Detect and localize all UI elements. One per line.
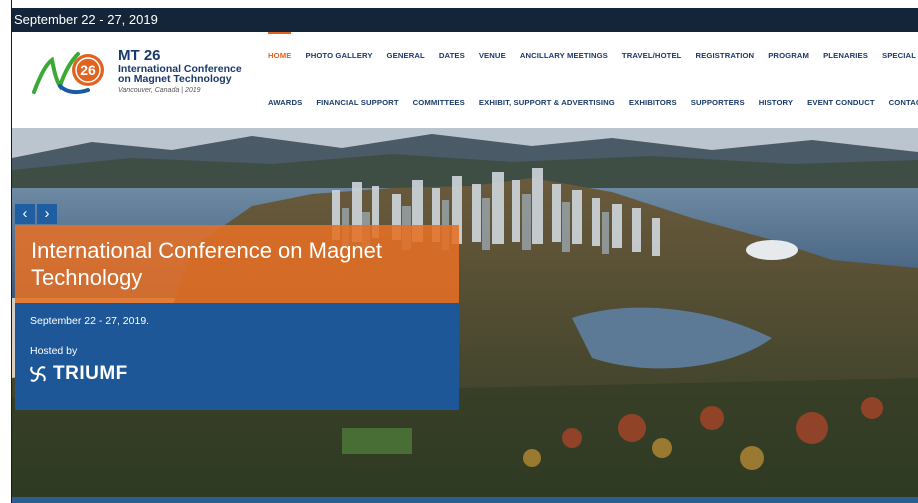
nav-committees[interactable]: COMMITTEES — [413, 98, 465, 107]
nav-special-session[interactable]: SPECIAL SESSION — [882, 51, 918, 60]
nav-registration[interactable]: REGISTRATION — [695, 51, 754, 60]
triumf-logo-text: TRIUMF — [53, 363, 128, 384]
nav-financial-support[interactable]: FINANCIAL SUPPORT — [316, 98, 398, 107]
page: September 22 - 27, 2019 26 MT 26 Interna… — [0, 0, 918, 503]
logo-badge-number: 26 — [80, 62, 96, 78]
nav-general[interactable]: GENERAL — [387, 51, 425, 60]
nav-exhibit-support-advertising[interactable]: EXHIBIT, SUPPORT & ADVERTISING — [479, 98, 615, 107]
nav-program[interactable]: PROGRAM — [768, 51, 809, 60]
main-nav-row1: HOME PHOTO GALLERY GENERAL DATES VENUE A… — [268, 32, 918, 60]
nav-photo-gallery[interactable]: PHOTO GALLERY — [305, 51, 372, 60]
left-edge-border — [0, 0, 12, 503]
hero-title-panel: International Conference on Magnet Techn… — [15, 225, 459, 303]
logo-subtitle-line2: on Magnet Technology — [118, 73, 232, 85]
hero-title: International Conference on Magnet Techn… — [31, 238, 383, 290]
nav-awards[interactable]: AWARDS — [268, 98, 302, 107]
hero-slider: ‹ › International Conference on Magnet T… — [12, 128, 918, 503]
slider-next-button[interactable]: › — [37, 204, 57, 224]
nav-supporters[interactable]: SUPPORTERS — [691, 98, 745, 107]
triumf-pinwheel-icon — [30, 366, 46, 382]
site-header: 26 MT 26 International Conference on Mag… — [12, 32, 918, 128]
top-date-text: September 22 - 27, 2019 — [14, 12, 158, 27]
chevron-left-icon: ‹ — [22, 205, 28, 222]
nav-event-conduct[interactable]: EVENT CONDUCT — [807, 98, 875, 107]
nav-ancillary-meetings[interactable]: ANCILLARY MEETINGS — [520, 51, 608, 60]
hero-info-panel: September 22 - 27, 2019. Hosted by TRIUM… — [15, 303, 459, 410]
logo-title: MT 26 — [118, 47, 161, 64]
hero-hosted-by: Hosted by — [30, 345, 78, 357]
hero-bottom-strip — [12, 497, 918, 503]
nav-venue[interactable]: VENUE — [479, 51, 506, 60]
main-nav-row2: AWARDS FINANCIAL SUPPORT COMMITTEES EXHI… — [268, 98, 918, 107]
top-date-bar: September 22 - 27, 2019 — [0, 8, 918, 32]
conference-logo[interactable]: 26 MT 26 International Conference on Mag… — [32, 46, 242, 106]
triumf-logo[interactable]: TRIUMF — [27, 363, 128, 385]
nav-exhibitors[interactable]: EXHIBITORS — [629, 98, 677, 107]
nav-history[interactable]: HISTORY — [759, 98, 793, 107]
chevron-right-icon: › — [44, 205, 50, 222]
nav-home[interactable]: HOME — [268, 32, 292, 60]
hero-date: September 22 - 27, 2019. — [30, 315, 150, 327]
mt26-logo-mark: 26 — [32, 52, 104, 95]
nav-dates[interactable]: DATES — [439, 51, 465, 60]
slider-prev-button[interactable]: ‹ — [15, 204, 35, 224]
logo-location: Vancouver, Canada | 2019 — [118, 87, 201, 94]
nav-contact[interactable]: CONTACT — [889, 98, 918, 107]
nav-plenaries[interactable]: PLENARIES — [823, 51, 868, 60]
nav-travel-hotel[interactable]: TRAVEL/HOTEL — [622, 51, 682, 60]
